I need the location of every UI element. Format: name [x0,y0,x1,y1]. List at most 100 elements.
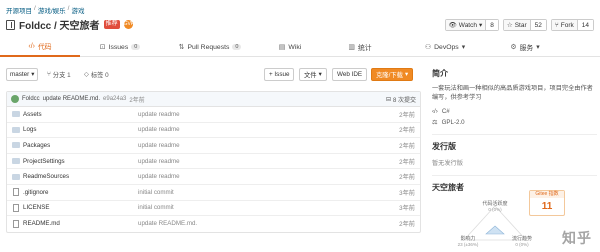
tab-pull-requests[interactable]: ⇅ Pull Requests 0 [160,37,260,57]
folder-icon [12,126,20,133]
commit-message[interactable]: update README.md. [43,96,100,102]
commit-count[interactable]: ⊟ 8 次提交 [386,95,416,104]
file-date: 2年前 [399,111,415,119]
web-ide-button[interactable]: Web IDE [332,68,368,81]
file-name[interactable]: ReadmeSources [23,173,138,180]
file-table: Foldcc update README.md. e9a24a3 2年前 ⊟ 8 … [6,91,421,233]
fork-button[interactable]: ⑂ Fork 14 [550,19,594,31]
fork-count[interactable]: 14 [577,20,593,30]
file-name[interactable]: Logs [23,126,138,133]
license-label: GPL-2.0 [441,119,465,126]
folder-icon [12,173,20,180]
breadcrumb-separator: / [67,5,70,12]
breadcrumb-item[interactable]: 开源项目 [6,5,32,15]
table-row[interactable]: README.md update README.md. 2年前 [7,216,420,232]
radar-value: 23 (±36%) [458,242,479,247]
table-row[interactable]: ReadmeSources update readme 2年前 [7,169,420,185]
file-commit-message[interactable]: update README.md. [138,220,197,227]
file-button[interactable]: 文件 ▾ [299,68,327,81]
commit-time: 2年前 [129,97,145,104]
table-row[interactable]: Assets update readme 2年前 [7,107,420,123]
file-commit-message[interactable]: initial commit [138,204,174,211]
folder-icon [12,158,20,165]
star-count[interactable]: 52 [530,20,546,30]
file-commit-message[interactable]: update readme [138,111,180,118]
chevron-down-icon: ▾ [318,71,322,78]
latest-commit: Foldcc update README.md. e9a24a3 2年前 ⊟ 8 … [7,92,420,107]
folder-icon [12,142,20,149]
tab-code[interactable]: ‹/› 代码 [0,37,80,57]
release-title: 发行版 [432,142,456,151]
file-icon [13,188,19,197]
tab-label: Issues [108,43,129,51]
file-name[interactable]: Packages [23,142,138,149]
commit-hash[interactable]: e9a24a3 [103,96,126,102]
chevron-down-icon: ▾ [461,44,466,51]
file-date: 3年前 [399,205,415,213]
branches-link[interactable]: ⑂ 分支 1 [47,70,71,79]
file-commit-message[interactable]: update readme [138,142,180,149]
watch-button[interactable]: 👁 Watch ▾ 8 [444,19,499,31]
file-name[interactable]: README.md [23,220,138,227]
tab-label: Wiki [288,43,302,51]
table-row[interactable]: LICENSE initial commit 3年前 [7,201,420,217]
table-row[interactable]: .gitignore initial commit 3年前 [7,185,420,201]
intro-title: 简介 [432,69,448,78]
scale-icon: ⚖ [432,119,438,126]
file-commit-message[interactable]: initial commit [138,189,174,196]
breadcrumb-item[interactable]: 游戏/娱乐 [38,5,66,15]
file-commit-message[interactable]: update readme [138,173,180,180]
repo-icon [6,19,15,30]
avatar[interactable] [11,95,19,103]
intro-text: 一套玩法和画一种相似的高品质游戏项目，项目完全由作者编写，供参考学习 [432,85,593,101]
gitee-index-label: Gitee 指数 [530,191,564,198]
repo-title[interactable]: Foldcc / 天空旅者 [19,17,100,32]
new-issue-button[interactable]: + Issue [264,68,295,81]
watch-count[interactable]: 8 [486,20,498,30]
radar-label: 影响力 [460,235,475,242]
eye-icon: 👁 [448,22,457,29]
language-label: C# [441,108,450,115]
sidebar: 简介 一套玩法和画一种相似的高品质游戏项目，项目完全由作者编写，供参考学习 ‹/… [432,68,597,199]
clone-download-button[interactable]: 克隆/下载 ▾ [371,68,414,81]
breadcrumb-item[interactable]: 游戏 [71,5,84,15]
tab-devops[interactable]: ⚇ DevOps ▾ [400,37,490,57]
branches-count: 分支 1 [52,72,71,79]
file-name[interactable]: .gitignore [23,189,138,196]
tab-label: 服务 [519,45,534,52]
file-commit-message[interactable]: update readme [138,126,180,133]
breadcrumb-separator: / [34,5,36,12]
table-row[interactable]: Logs update readme 2年前 [7,123,420,139]
tab-service[interactable]: ⚙ 服务 ▾ [490,37,560,57]
divider [432,134,597,135]
release-text: 暂无发行版 [432,160,463,167]
file-name[interactable]: Assets [23,111,138,118]
wiki-icon: ▤ [278,44,286,51]
file-icon [13,219,19,228]
pr-count: 0 [232,44,242,50]
star-button[interactable]: ☆ Star 52 [502,19,547,31]
branch-select[interactable]: master ▾ [6,68,39,81]
file-name[interactable]: LICENSE [23,204,138,211]
tab-stats[interactable]: ▥ 统计 [320,37,400,57]
tab-issues[interactable]: ⊡ Issues 0 [80,37,160,57]
file-commit-message[interactable]: update readme [138,158,180,165]
radar-chart: 代码活跃度 0 (0%) 影响力 23 (±36%) 流行趋势 0 (0%) [458,200,532,247]
tags-link[interactable]: ◇ 标签 0 [84,70,109,79]
chevron-down-icon: ▾ [478,22,483,29]
radar-value: 0 (0%) [488,207,502,212]
branch-icon: ⑂ [47,71,51,78]
gitee-index-badge[interactable]: Gitee 指数 11 [529,190,565,216]
radar-area [485,225,505,235]
ide-btn-label: Web IDE [337,71,363,78]
issues-count: 0 [131,44,141,50]
star-label: Star [514,21,527,29]
table-row[interactable]: Packages update readme 2年前 [7,138,420,154]
table-row[interactable]: ProjectSettings update readme 2年前 [7,154,420,170]
file-name[interactable]: ProjectSettings [23,158,138,165]
commit-author[interactable]: Foldcc [22,96,40,102]
fork-label: Fork [560,21,574,29]
tab-wiki[interactable]: ▤ Wiki [260,37,320,57]
file-btn-label: 文件 [304,72,317,79]
license[interactable]: ⚖ GPL-2.0 [432,119,597,126]
